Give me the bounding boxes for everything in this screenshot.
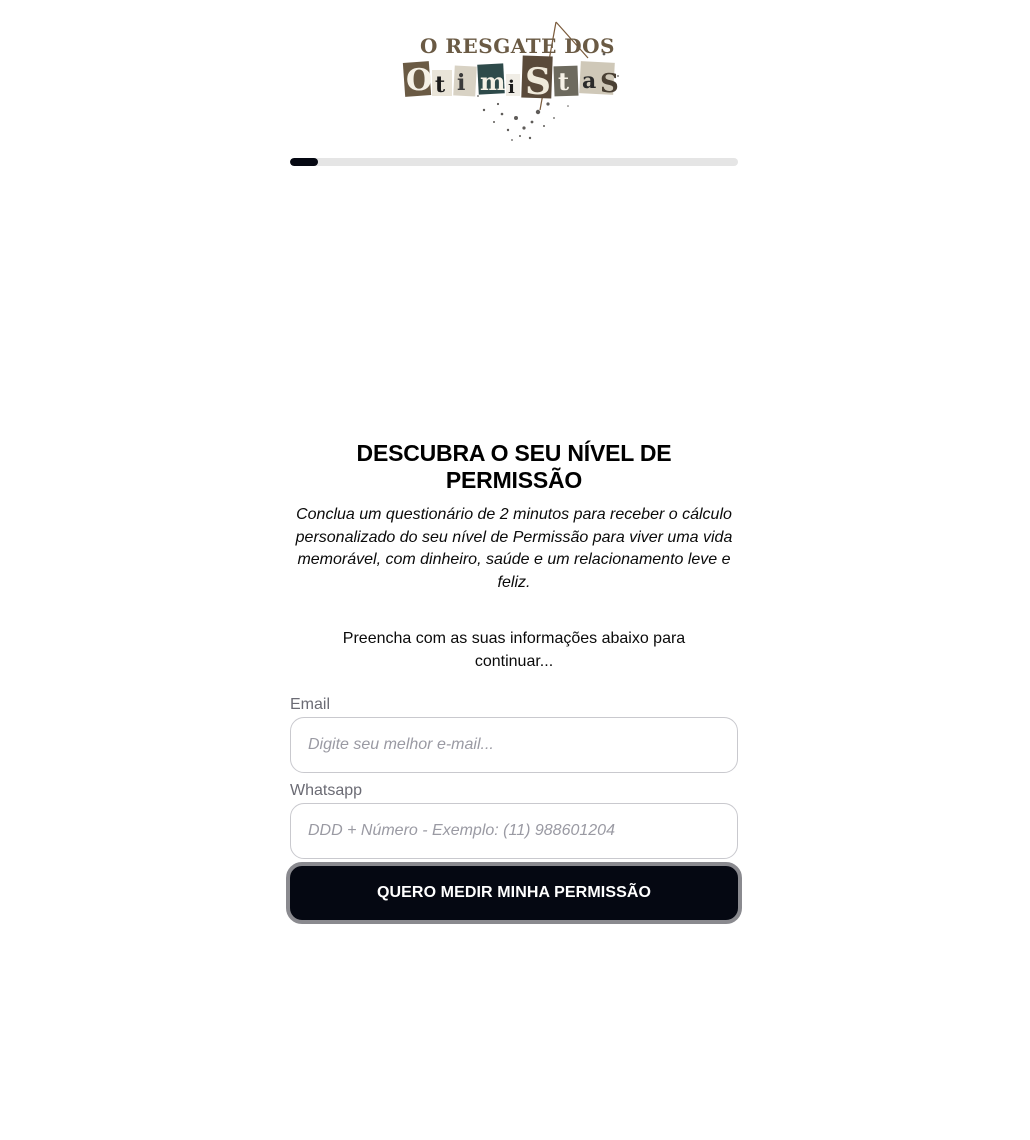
svg-text:t: t <box>558 67 569 96</box>
svg-text:m: m <box>480 67 505 96</box>
page-title: DESCUBRA O SEU NÍVEL DE PERMISSÃO <box>356 440 672 493</box>
page-subtitle: Conclua um questionário de 2 minutos par… <box>295 506 733 591</box>
whatsapp-field[interactable] <box>290 803 738 859</box>
svg-text:S: S <box>525 61 551 103</box>
email-label: Email <box>290 696 331 713</box>
form-instruction: Preencha com as suas informações abaixo … <box>342 630 686 670</box>
email-field[interactable] <box>290 717 738 773</box>
whatsapp-label: Whatsapp <box>290 782 363 799</box>
svg-text:i: i <box>457 70 465 96</box>
svg-text:t: t <box>435 72 446 98</box>
svg-text:a: a <box>582 68 596 94</box>
hero-section: DESCUBRA O SEU NÍVEL DE PERMISSÃO Conclu… <box>290 440 738 673</box>
logo-title-line1: O RESGATE DOS <box>420 34 615 58</box>
svg-text:S: S <box>600 69 619 99</box>
progress-bar <box>290 158 738 166</box>
svg-text:O: O <box>406 63 432 98</box>
brand-logo: O RESGATE DOS O t i m i S t a S <box>398 18 630 144</box>
submit-button[interactable]: QUERO MEDIR MINHA PERMISSÃO <box>286 862 742 924</box>
progress-bar-fill <box>290 158 318 166</box>
svg-text:i: i <box>508 77 515 98</box>
